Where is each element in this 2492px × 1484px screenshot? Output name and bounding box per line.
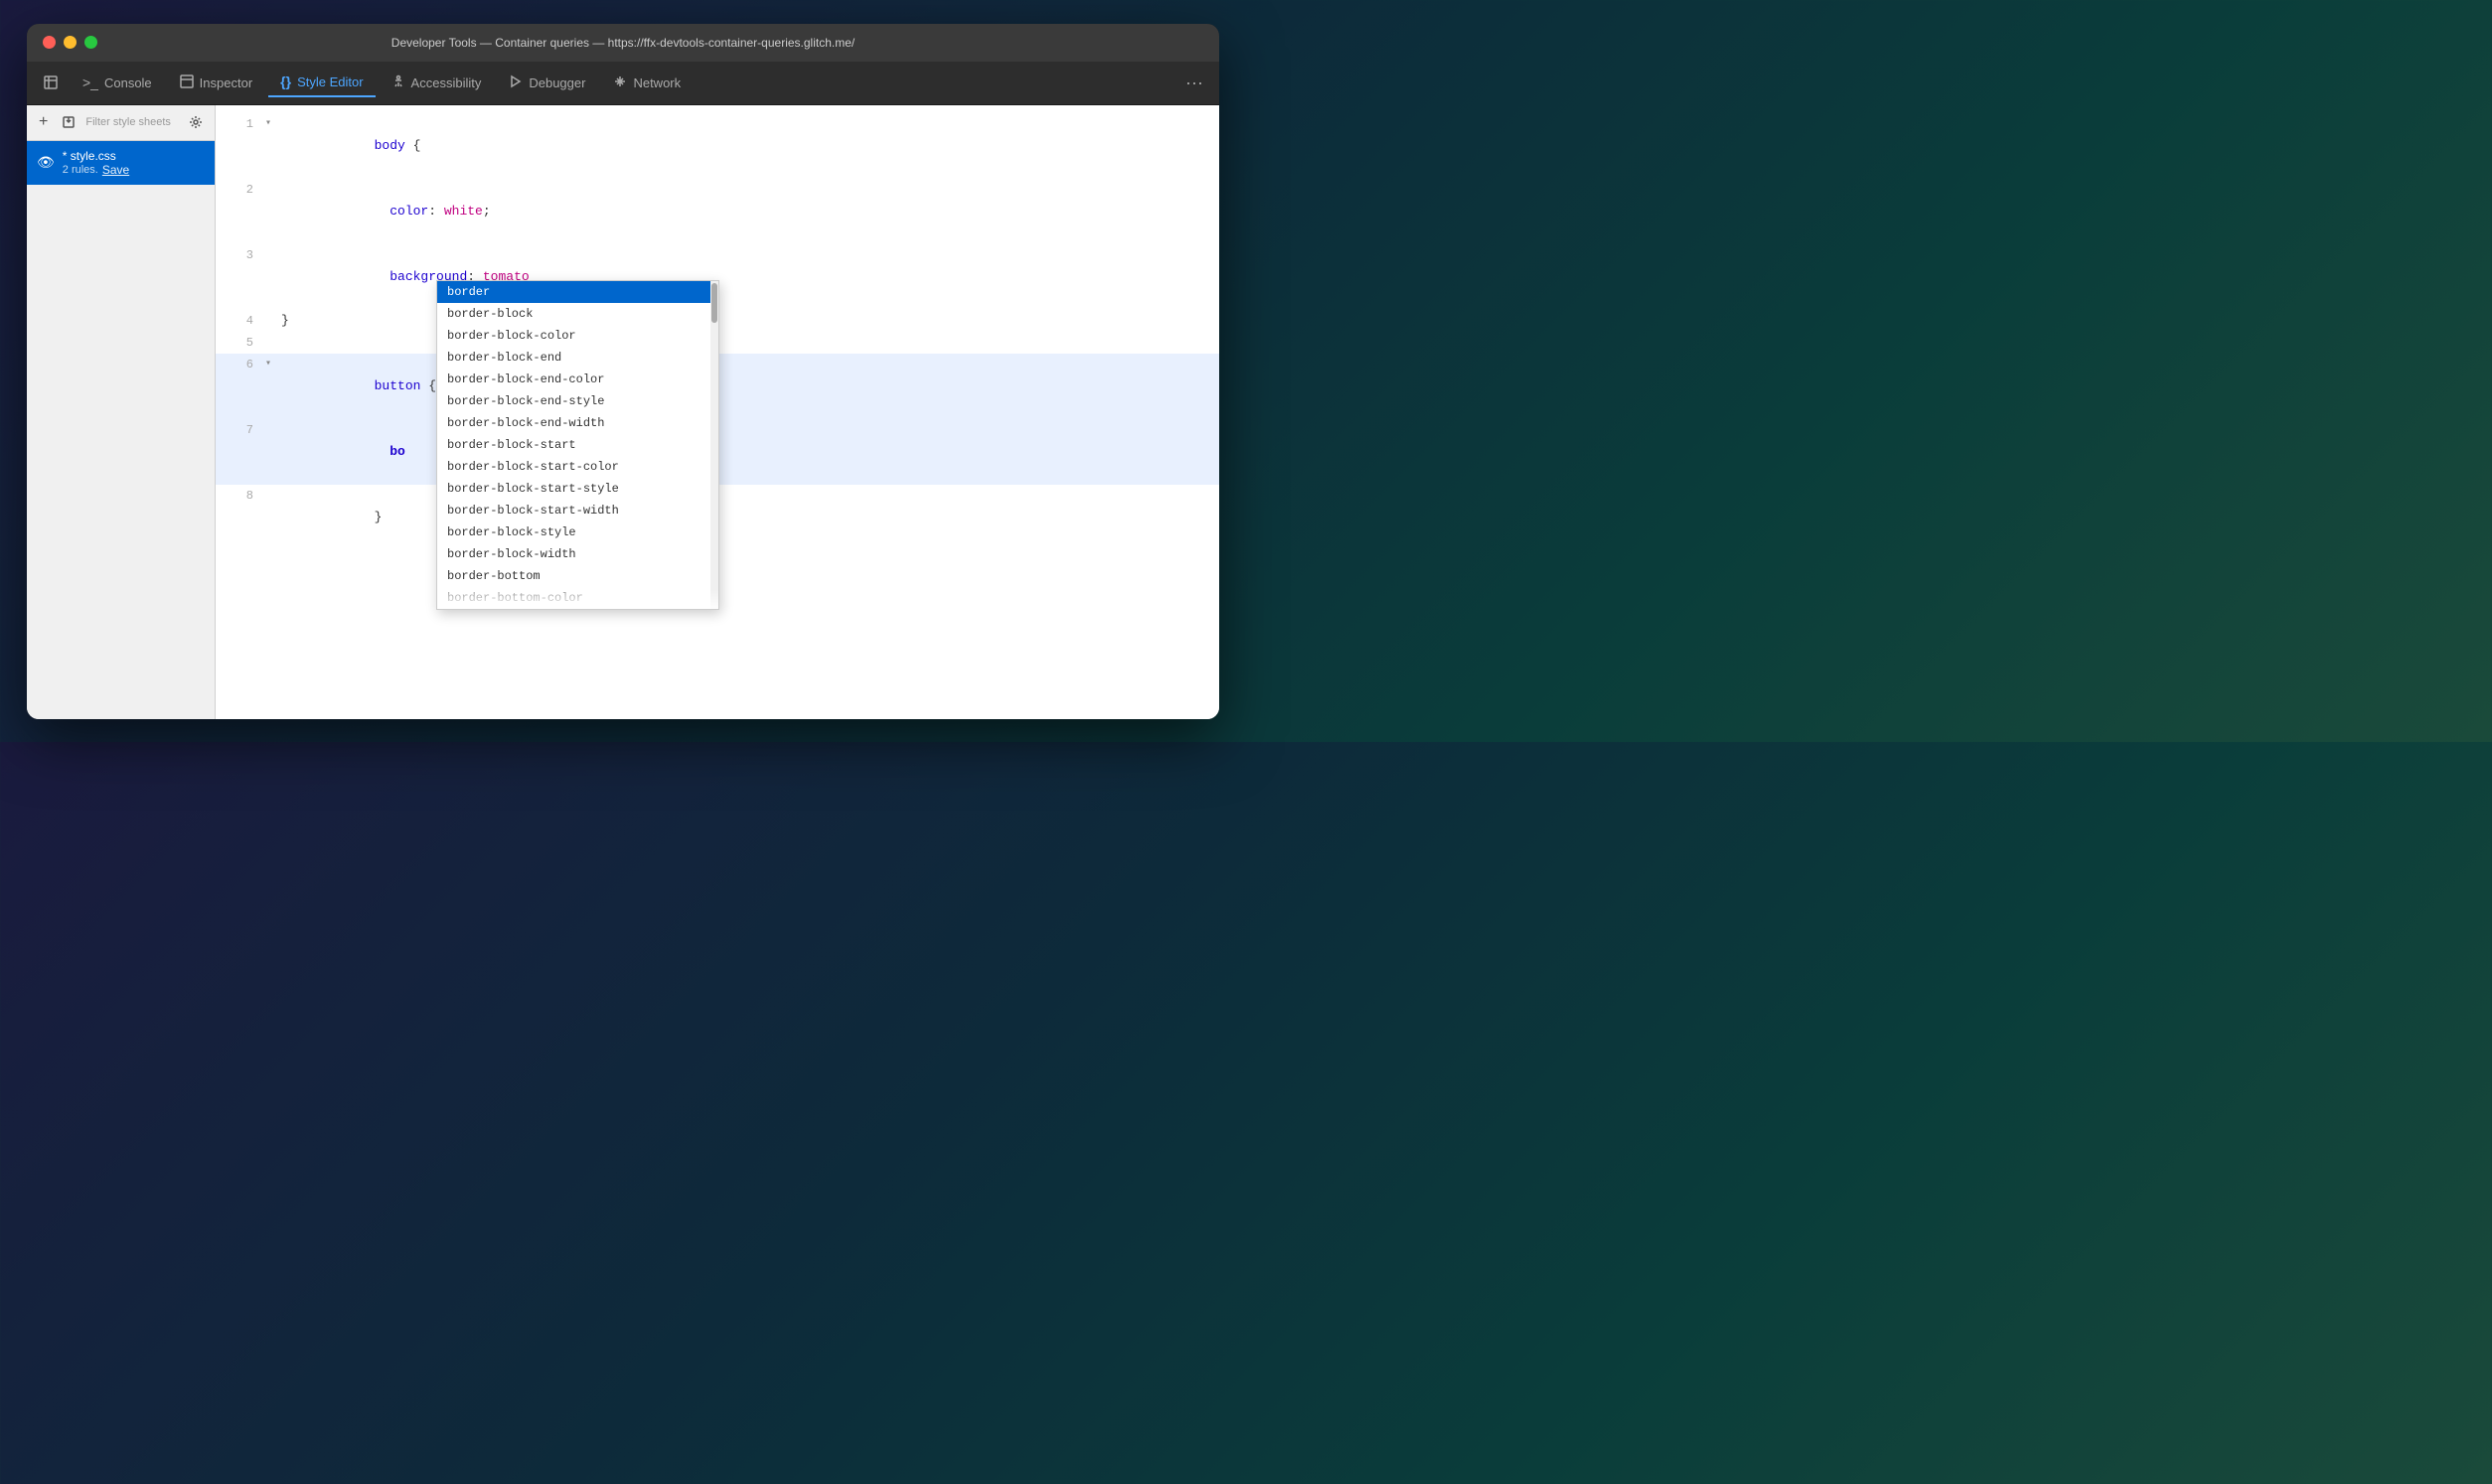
traffic-lights [43, 36, 97, 49]
autocomplete-dropdown[interactable]: border border-block border-block-color b… [436, 280, 719, 610]
accessibility-icon [391, 74, 405, 91]
autocomplete-item-border-block-start-style[interactable]: border-block-start-style [437, 478, 718, 500]
picker-button[interactable] [35, 69, 67, 96]
tab-inspector[interactable]: Inspector [168, 69, 264, 97]
minimize-button[interactable] [64, 36, 77, 49]
line-content-4: } [281, 310, 1211, 332]
code-line-1: 1 ▾ body { [216, 113, 1219, 179]
eye-icon[interactable]: 👁 [37, 154, 55, 171]
debugger-icon [509, 74, 523, 91]
tab-console[interactable]: >_ Console [71, 69, 164, 96]
autocomplete-item-border-block-start[interactable]: border-block-start [437, 434, 718, 456]
code-line-2: 2 color: white; [216, 179, 1219, 244]
autocomplete-item-border-block-style[interactable]: border-block-style [437, 521, 718, 543]
scrollbar-thumb [711, 283, 717, 323]
autocomplete-item-border-block-end-width[interactable]: border-block-end-width [437, 412, 718, 434]
tab-style-editor[interactable]: {} Style Editor [268, 68, 375, 97]
line-number-3: 3 [224, 244, 253, 266]
line-content-2: color: white; [281, 179, 1211, 244]
autocomplete-item-border-block-color[interactable]: border-block-color [437, 325, 718, 347]
titlebar: Developer Tools — Container queries — ht… [27, 24, 1219, 62]
import-stylesheet-button[interactable] [58, 113, 79, 131]
line-number-4: 4 [224, 310, 253, 332]
inspector-icon [180, 74, 194, 91]
close-button[interactable] [43, 36, 56, 49]
style-editor-icon: {} [280, 74, 291, 89]
line-content-6: button { [281, 354, 1211, 419]
line-number-5: 5 [224, 332, 253, 354]
main-content: + Filter style sheets 👁 [27, 105, 1219, 719]
more-options-button[interactable]: ··· [1177, 69, 1211, 97]
devtools-window: Developer Tools — Container queries — ht… [27, 24, 1219, 719]
line-content-7: bo [281, 419, 1211, 485]
sidebar-arrow [184, 154, 194, 184]
settings-button[interactable] [185, 113, 207, 131]
line-content-8: } [281, 485, 1211, 550]
line-content-1: body { [281, 113, 1211, 179]
devtools-toolbar: >_ Console Inspector {} Style Editor [27, 62, 1219, 105]
fold-arrow-1[interactable]: ▾ [265, 113, 281, 135]
console-icon: >_ [82, 74, 98, 90]
autocomplete-item-border-block-end-color[interactable]: border-block-end-color [437, 369, 718, 390]
autocomplete-item-border-bottom[interactable]: border-bottom [437, 565, 718, 587]
line-number-7: 7 [224, 419, 253, 441]
autocomplete-item-border-block-start-width[interactable]: border-block-start-width [437, 500, 718, 521]
autocomplete-item-border-block-end[interactable]: border-block-end [437, 347, 718, 369]
window-title: Developer Tools — Container queries — ht… [391, 36, 855, 50]
save-button[interactable]: Save [102, 163, 129, 177]
autocomplete-item-border-block-end-style[interactable]: border-block-end-style [437, 390, 718, 412]
sidebar: + Filter style sheets 👁 [27, 105, 216, 719]
line-number-6: 6 [224, 354, 253, 375]
editor-area[interactable]: 1 ▾ body { 2 color: white; 3 [216, 105, 1219, 719]
line-number-8: 8 [224, 485, 253, 507]
maximize-button[interactable] [84, 36, 97, 49]
autocomplete-item-border-bottom-color[interactable]: border-bottom-color [437, 587, 718, 609]
autocomplete-item-border-block-start-color[interactable]: border-block-start-color [437, 456, 718, 478]
autocomplete-scrollbar[interactable] [710, 281, 718, 609]
line-content-3: background: tomato [281, 244, 1211, 310]
autocomplete-item-border-block[interactable]: border-block [437, 303, 718, 325]
filter-placeholder: Filter style sheets [85, 116, 171, 128]
tab-network[interactable]: Network [601, 69, 693, 97]
line-number-1: 1 [224, 113, 253, 135]
tab-accessibility[interactable]: Accessibility [380, 69, 494, 97]
tab-debugger[interactable]: Debugger [497, 69, 597, 97]
line-number-2: 2 [224, 179, 253, 201]
network-icon [613, 74, 627, 91]
add-stylesheet-button[interactable]: + [35, 111, 52, 133]
autocomplete-item-border[interactable]: border [437, 281, 718, 303]
sidebar-toolbar: + Filter style sheets [27, 105, 215, 141]
autocomplete-item-border-block-width[interactable]: border-block-width [437, 543, 718, 565]
